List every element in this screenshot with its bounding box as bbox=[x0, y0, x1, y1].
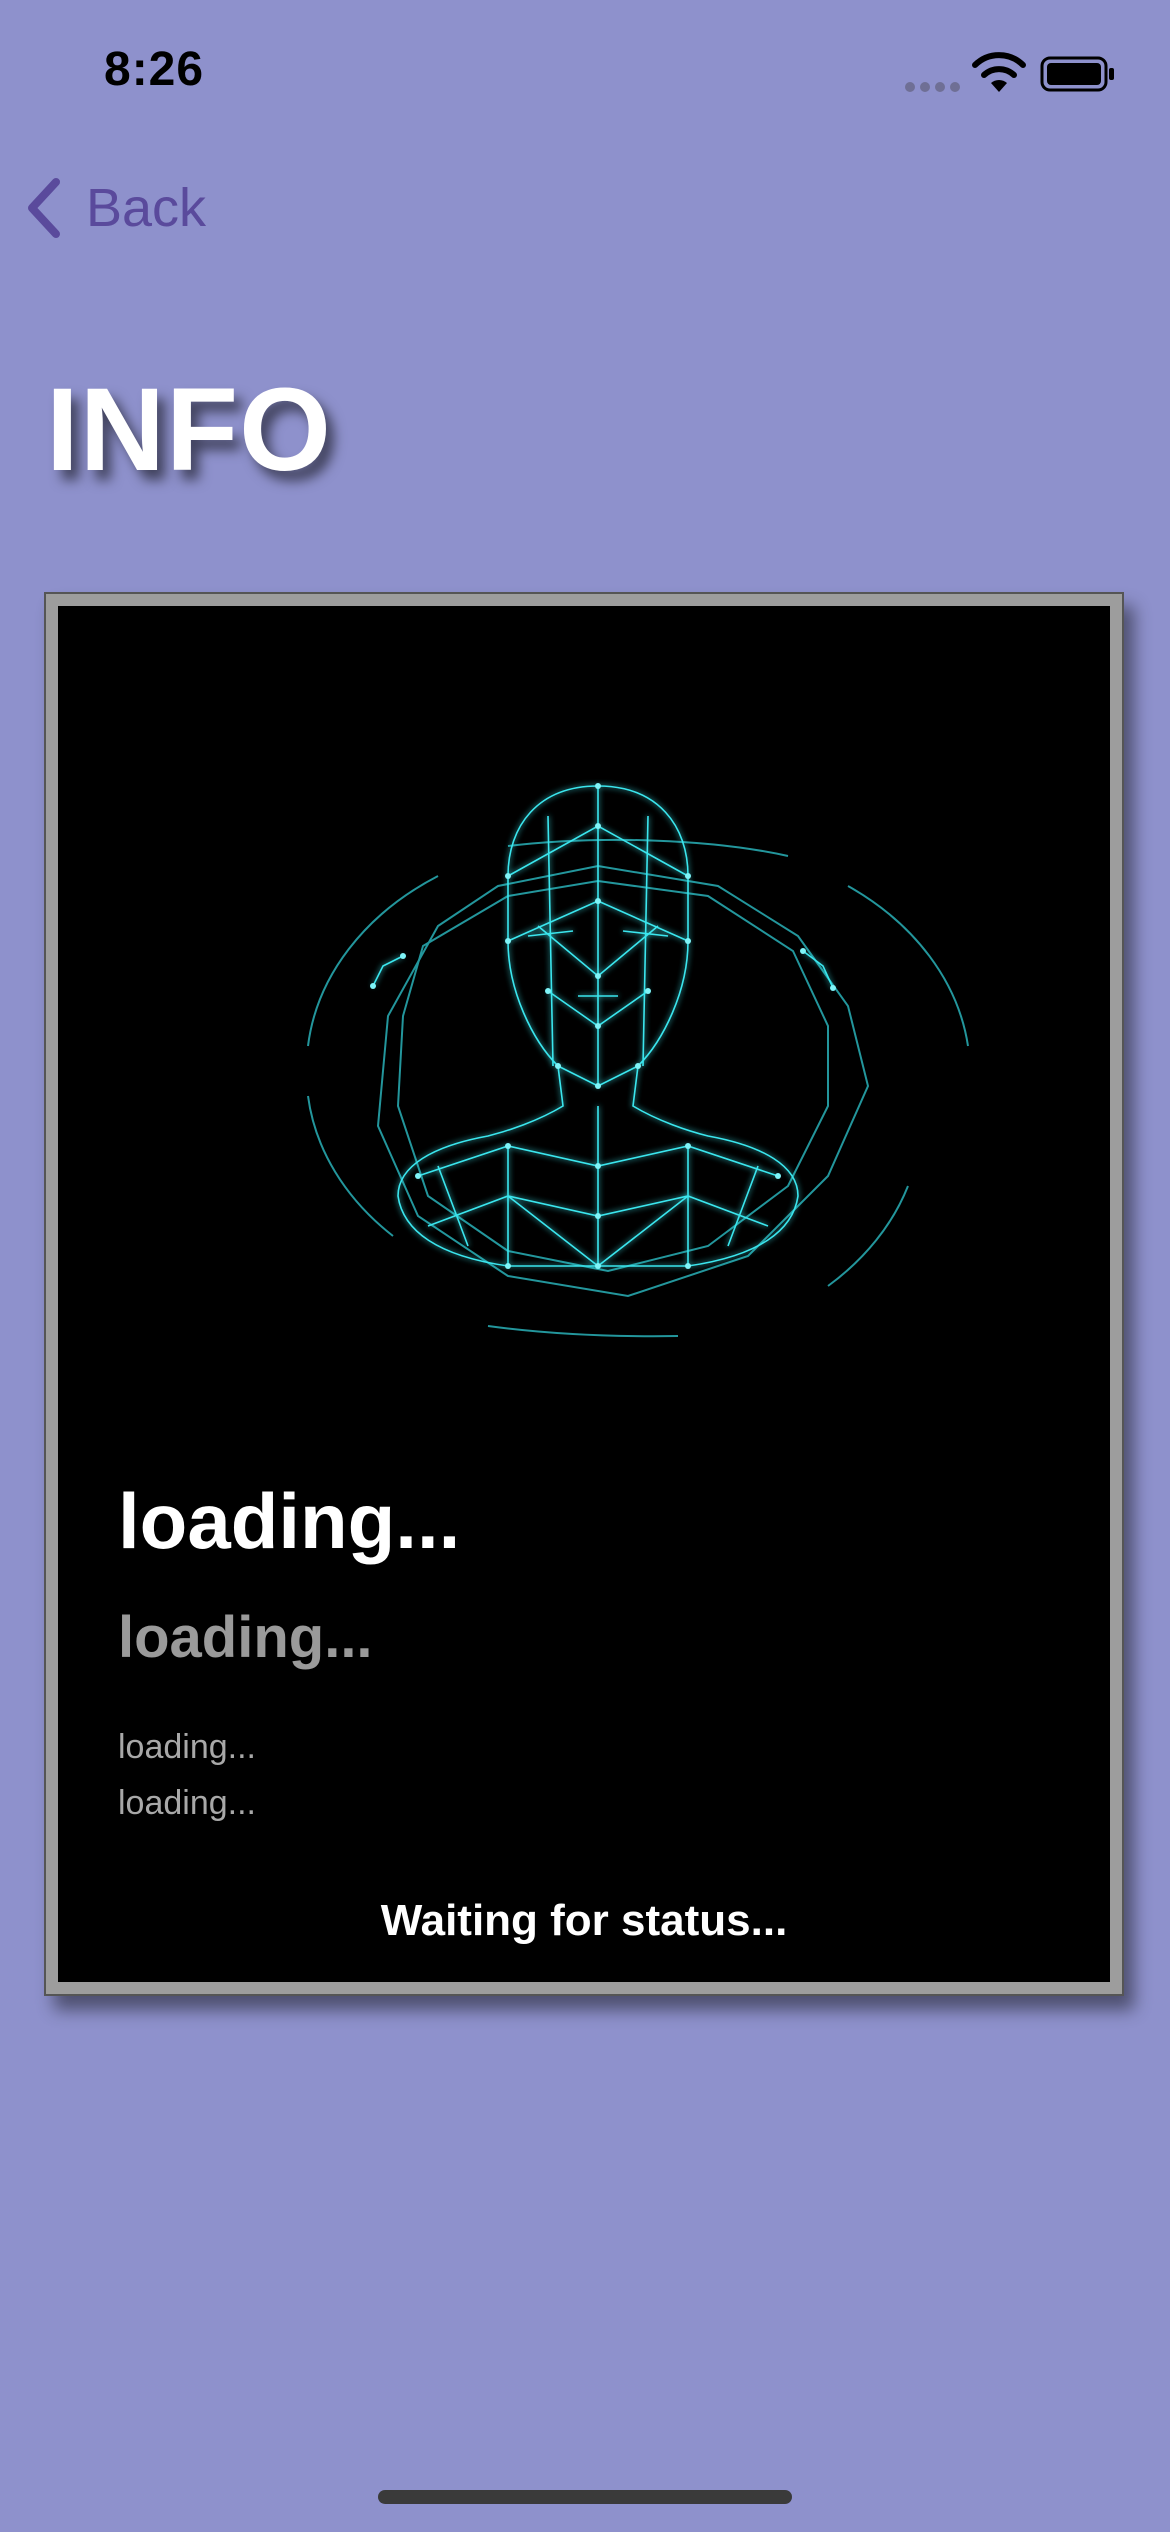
info-card: loading... loading... loading... loading… bbox=[44, 592, 1124, 1996]
wifi-icon bbox=[972, 52, 1026, 92]
detail-line: loading... bbox=[118, 1728, 256, 1766]
page-title: INFO bbox=[46, 364, 332, 496]
battery-icon bbox=[1040, 56, 1114, 92]
back-label: Back bbox=[86, 178, 207, 238]
primary-heading: loading... bbox=[118, 1477, 461, 1565]
secondary-heading: loading... bbox=[118, 1605, 373, 1670]
detail-line: loading... bbox=[118, 1784, 256, 1822]
status-message: Waiting for status... bbox=[380, 1896, 788, 1945]
card-content: loading... loading... loading... loading… bbox=[58, 606, 1110, 1982]
face-mesh-icon bbox=[307, 783, 969, 1338]
home-indicator[interactable] bbox=[378, 2490, 792, 2504]
cellular-signal-icon bbox=[905, 82, 960, 92]
back-button[interactable]: Back bbox=[24, 170, 206, 246]
status-bar: 8:26 bbox=[0, 0, 1170, 140]
status-time: 8:26 bbox=[104, 43, 205, 96]
chevron-left-icon bbox=[28, 178, 60, 238]
